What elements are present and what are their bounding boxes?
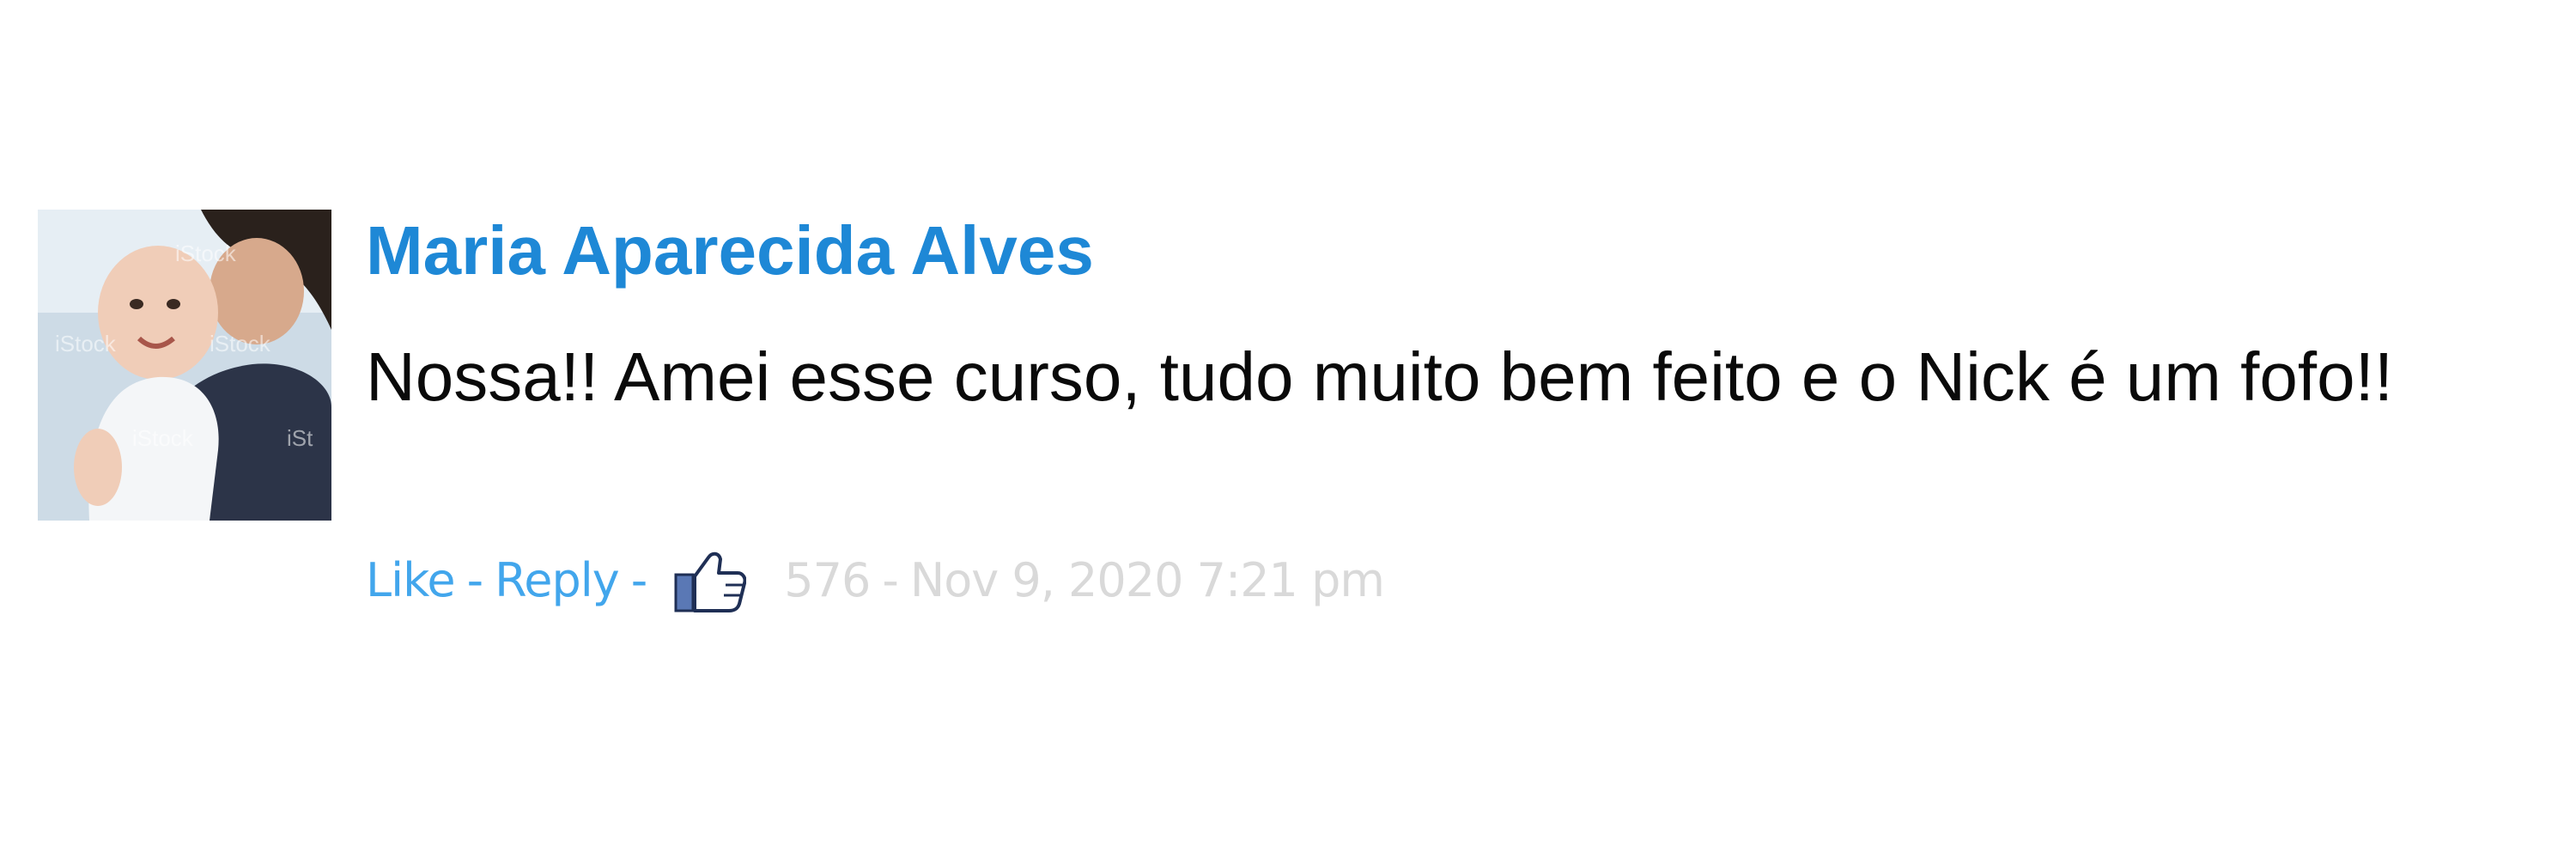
author-name[interactable]: Maria Aparecida Alves — [366, 216, 1094, 285]
svg-text:iStock: iStock — [210, 331, 271, 356]
svg-text:iStock: iStock — [132, 425, 194, 451]
separator: - — [466, 553, 483, 607]
svg-text:iSt: iSt — [287, 425, 313, 451]
timestamp: Nov 9, 2020 7:21 pm — [909, 553, 1385, 607]
thumbs-up-icon[interactable] — [674, 549, 747, 612]
like-count: 576 — [784, 553, 871, 607]
reply-link[interactable]: Reply — [495, 557, 620, 604]
comment-text: Nossa!! Amei esse curso, tudo muito bem … — [366, 338, 2394, 415]
svg-text:iStock: iStock — [55, 331, 117, 356]
svg-text:iStock: iStock — [175, 241, 237, 266]
comment-body: Maria Aparecida Alves Nossa!! Amei esse … — [366, 210, 2512, 622]
separator: - — [630, 553, 647, 607]
avatar[interactable]: iStock iStock iStock iStock iSt — [38, 210, 331, 521]
like-link[interactable]: Like — [366, 557, 456, 604]
comment-actions: Like - Reply - 576 - Nov 9, 2020 7:21 pm — [366, 546, 1385, 615]
avatar-photo: iStock iStock iStock iStock iSt — [38, 210, 331, 521]
separator: - — [882, 553, 898, 607]
comment: iStock iStock iStock iStock iSt Maria Ap… — [38, 210, 2528, 622]
